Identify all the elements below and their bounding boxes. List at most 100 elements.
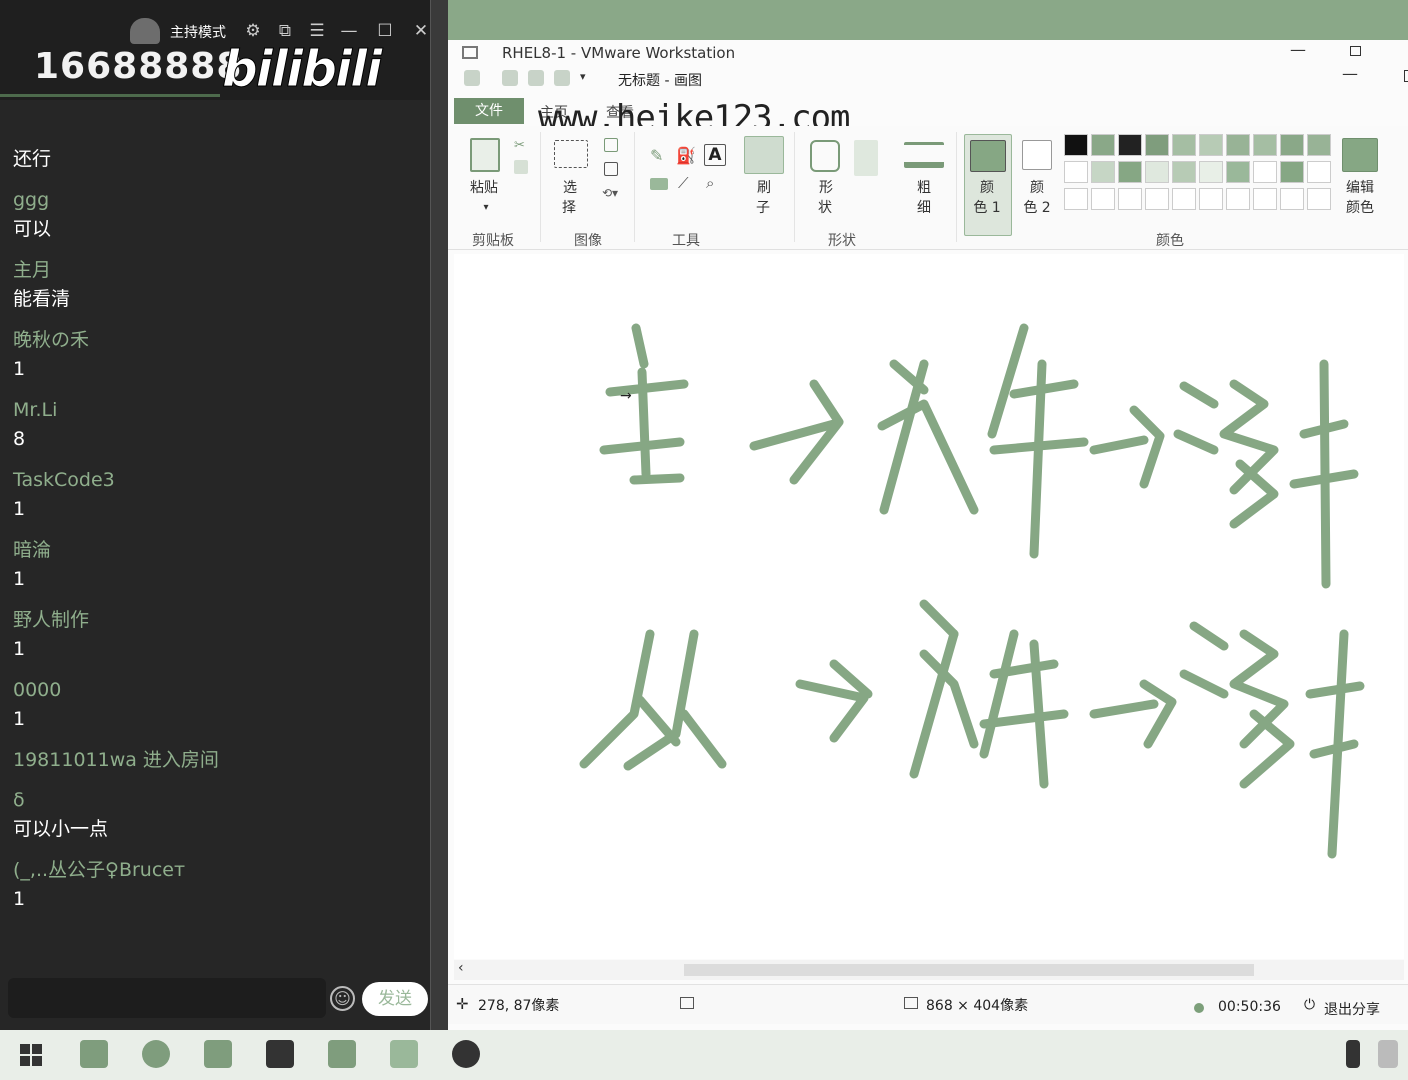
chat-username[interactable]: ggg <box>13 186 433 214</box>
recording-app-icon[interactable] <box>452 1040 480 1068</box>
brush-icon[interactable] <box>744 136 784 174</box>
color2-label-b[interactable]: 色 2 <box>1018 198 1056 218</box>
maximize-icon[interactable]: ☐ <box>374 20 396 42</box>
drawing-canvas[interactable]: → <box>454 254 1404 959</box>
crop-icon[interactable] <box>604 138 618 152</box>
paste-label[interactable]: 粘贴 <box>466 178 502 198</box>
palette-swatch[interactable] <box>1091 134 1115 156</box>
paint-minimize-button[interactable]: — <box>1342 64 1358 83</box>
chat-username[interactable]: 主月 <box>13 256 433 284</box>
file-explorer-icon[interactable] <box>80 1040 108 1068</box>
media-player-icon[interactable] <box>266 1040 294 1068</box>
horizontal-scrollbar[interactable]: ‹ <box>454 960 1404 980</box>
exit-share-button[interactable]: 退出分享 <box>1324 999 1380 1019</box>
palette-swatch[interactable] <box>1226 134 1250 156</box>
browser-icon[interactable] <box>142 1040 170 1068</box>
copy-icon[interactable] <box>514 160 528 174</box>
palette-swatch[interactable] <box>1199 188 1223 210</box>
host-avatar[interactable] <box>130 18 160 44</box>
undo-icon[interactable] <box>528 70 544 86</box>
select-label-a[interactable]: 选 <box>560 178 580 198</box>
resize-icon[interactable] <box>604 162 618 176</box>
palette-swatch[interactable] <box>1226 161 1250 183</box>
chat-username[interactable]: 暗淪 <box>13 536 433 564</box>
vmware-taskbar-icon[interactable] <box>204 1040 232 1068</box>
cut-icon[interactable]: ✂ <box>514 138 528 153</box>
save-icon[interactable] <box>502 70 518 86</box>
palette-swatch[interactable] <box>1118 188 1142 210</box>
palette-swatch[interactable] <box>1118 134 1142 156</box>
color2-label-a[interactable]: 颜 <box>1022 178 1052 198</box>
size-label-b[interactable]: 细 <box>908 198 940 218</box>
tab-file[interactable]: 文件 <box>454 98 524 124</box>
paste-dropdown-icon[interactable]: ▾ <box>478 198 494 218</box>
text-tool-icon[interactable]: A <box>704 144 726 166</box>
popout-icon[interactable]: ⧉ <box>274 20 296 42</box>
pencil-icon[interactable]: ✎ <box>650 146 668 165</box>
color1-swatch[interactable] <box>970 140 1006 172</box>
magnifier-icon[interactable]: ⌕ <box>706 174 724 192</box>
palette-swatch[interactable] <box>1064 188 1088 210</box>
color1-label-b[interactable]: 色 1 <box>968 198 1006 218</box>
brush-label-b[interactable]: 子 <box>748 198 778 218</box>
close-icon[interactable]: ✕ <box>410 20 432 42</box>
palette-swatch[interactable] <box>1145 188 1169 210</box>
outline-fill-icon[interactable] <box>854 140 878 176</box>
palette-swatch[interactable] <box>1172 134 1196 156</box>
palette-swatch[interactable] <box>1307 134 1331 156</box>
select-label-b[interactable]: 择 <box>554 198 584 218</box>
settings-icon[interactable]: ⚙ <box>242 20 264 42</box>
palette-swatch[interactable] <box>1091 188 1115 210</box>
palette-swatch[interactable] <box>1253 134 1277 156</box>
edit-colors-label-b[interactable]: 颜色 <box>1336 198 1384 218</box>
vmware-maximize-button[interactable] <box>1350 46 1361 56</box>
palette-swatch[interactable] <box>1199 161 1223 183</box>
palette-swatch[interactable] <box>1307 161 1331 183</box>
chat-username[interactable]: 野人制作 <box>13 606 433 634</box>
size-label-a[interactable]: 粗 <box>914 178 934 198</box>
color1-label-a[interactable]: 颜 <box>972 178 1002 198</box>
shape-label-a[interactable]: 形 <box>816 178 836 198</box>
palette-swatch[interactable] <box>1280 134 1304 156</box>
exit-share-icon[interactable]: ⏻ <box>1304 997 1315 1013</box>
color2-swatch[interactable] <box>1022 140 1052 170</box>
palette-swatch[interactable] <box>1172 161 1196 183</box>
send-button[interactable]: 发送 <box>362 982 428 1016</box>
palette-swatch[interactable] <box>1280 161 1304 183</box>
select-icon[interactable] <box>554 140 588 168</box>
size-icon[interactable] <box>904 142 944 168</box>
scroll-left-icon[interactable]: ‹ <box>458 960 464 976</box>
chat-username[interactable]: Mr.Li <box>13 396 433 424</box>
palette-swatch[interactable] <box>1091 161 1115 183</box>
chat-username[interactable]: δ <box>13 786 433 814</box>
palette-swatch[interactable] <box>1145 161 1169 183</box>
customize-dropdown-icon[interactable]: ▾ <box>580 70 590 86</box>
palette-swatch[interactable] <box>1307 188 1331 210</box>
app-c-icon[interactable] <box>328 1040 356 1068</box>
chat-username[interactable]: 0000 <box>13 676 433 704</box>
chat-username[interactable]: 晚秋の禾 <box>13 326 433 354</box>
paint-taskbar-icon[interactable] <box>390 1040 418 1068</box>
minimize-icon[interactable]: — <box>338 20 360 42</box>
palette-swatch[interactable] <box>1172 188 1196 210</box>
windows-start-icon[interactable] <box>20 1044 42 1066</box>
chat-username[interactable]: 19811011wa 进入房间 <box>13 746 433 774</box>
emoji-icon[interactable]: ☺ <box>330 986 355 1011</box>
fill-icon[interactable]: ⛽ <box>676 146 696 165</box>
palette-swatch[interactable] <box>1145 134 1169 156</box>
palette-swatch[interactable] <box>1199 134 1223 156</box>
vmware-minimize-button[interactable]: — <box>1290 40 1306 59</box>
shape-label-b[interactable]: 状 <box>810 198 840 218</box>
edit-colors-label-a[interactable]: 编辑 <box>1336 178 1384 198</box>
chat-username[interactable]: (_,..丛公子♀Bruceт <box>13 856 433 884</box>
palette-swatch[interactable] <box>1226 188 1250 210</box>
palette-swatch[interactable] <box>1118 161 1142 183</box>
brush-label-a[interactable]: 刷 <box>754 178 774 198</box>
palette-swatch[interactable] <box>1253 161 1277 183</box>
color-picker-icon[interactable]: ⟋ <box>678 174 696 192</box>
palette-swatch[interactable] <box>1253 188 1277 210</box>
eraser-icon[interactable] <box>650 178 668 190</box>
paint-maximize-button[interactable] <box>1404 70 1408 82</box>
paste-icon[interactable] <box>470 138 500 172</box>
rotate-icon[interactable]: ⟲▾ <box>602 186 622 200</box>
